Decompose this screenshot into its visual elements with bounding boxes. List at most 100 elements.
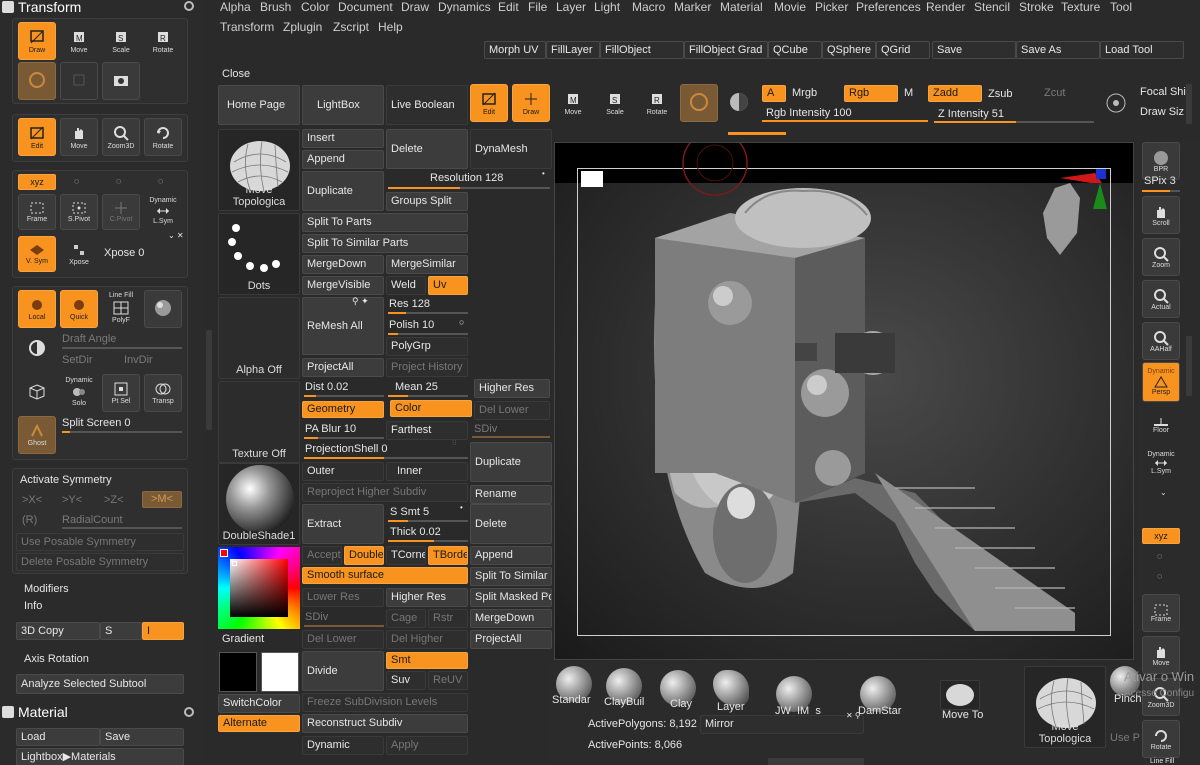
remesh-all-button[interactable]: ReMesh All	[302, 297, 384, 355]
activate-symmetry-button[interactable]: Activate Symmetry	[20, 475, 112, 486]
color-picker-square[interactable]	[230, 559, 288, 617]
double-toggle[interactable]: Double	[344, 546, 384, 565]
a-toggle[interactable]: A	[762, 85, 786, 102]
xyz-toggle[interactable]: xyz	[18, 174, 56, 190]
duplicate2-button[interactable]: Duplicate	[470, 442, 552, 482]
qgrid-button[interactable]: QGrid	[876, 41, 930, 59]
menu-macro[interactable]: Macro	[632, 0, 665, 14]
projectall2-button[interactable]: ProjectAll	[470, 630, 552, 649]
menu-zscript[interactable]: Zscript	[333, 20, 369, 34]
i-button[interactable]: I	[142, 622, 184, 640]
modifiers-header[interactable]: Modifiers	[24, 584, 69, 595]
toolbar-move-button[interactable]: M Move	[554, 84, 592, 122]
lower-res-button[interactable]: Lower Res	[302, 588, 384, 607]
layer-brush-label[interactable]: Layer	[717, 702, 745, 713]
filllayer-button[interactable]: FillLayer	[546, 41, 600, 59]
radialcount-track[interactable]	[62, 527, 182, 529]
right-frame-button[interactable]: Frame	[1142, 594, 1180, 632]
uv-toggle[interactable]: Uv	[428, 276, 468, 295]
reuv-toggle[interactable]: ReUV	[428, 671, 468, 690]
zsub-toggle[interactable]: Zsub	[988, 89, 1012, 100]
material-dock-icon[interactable]	[184, 707, 194, 717]
rstr-button[interactable]: Rstr	[428, 609, 468, 628]
right-tray-splitter[interactable]	[1186, 336, 1192, 396]
alpha-off-thumb[interactable]: Alpha Off	[218, 297, 300, 379]
material-title[interactable]: Material	[18, 705, 68, 719]
analyze-subtool-button[interactable]: Analyze Selected Subtool	[16, 674, 184, 694]
menu-material[interactable]: Material	[720, 0, 763, 14]
thick-track[interactable]	[388, 540, 468, 542]
right-lsym-chevron-icon[interactable]: ⌄	[1160, 488, 1167, 497]
projection-shell-track[interactable]	[304, 457, 468, 459]
mergesimilar-button[interactable]: MergeSimilar	[386, 255, 468, 274]
texture-off-thumb[interactable]: Texture Off	[218, 381, 300, 463]
split-similar-button[interactable]: Split To Similar Parts	[302, 234, 468, 253]
polygrp-button[interactable]: PolyGrp	[386, 337, 468, 356]
mergedown-button[interactable]: MergeDown	[302, 255, 384, 274]
menu-zplugin[interactable]: Zplugin	[283, 20, 322, 34]
y-axis-button[interactable]: >Y<	[62, 495, 82, 506]
rgb-intensity-slider[interactable]: Rgb Intensity 100	[766, 108, 852, 119]
actual-button[interactable]: Actual	[1142, 280, 1180, 318]
tborder-toggle[interactable]: TBorder	[428, 546, 468, 565]
menu-layer[interactable]: Layer	[556, 0, 586, 14]
vsym-button[interactable]: V. Sym	[18, 236, 56, 272]
menu-edit[interactable]: Edit	[498, 0, 519, 14]
mergedown2-button[interactable]: MergeDown	[470, 609, 552, 628]
lightbox-brush-button[interactable]	[1098, 86, 1134, 122]
load-tool-button[interactable]: Load Tool	[1100, 41, 1184, 59]
draft-angle-track[interactable]	[62, 347, 182, 349]
quick-button[interactable]: Quick	[60, 290, 98, 328]
tcorner-toggle[interactable]: TCorner	[386, 546, 426, 565]
mean-track[interactable]	[388, 395, 468, 397]
polish-slider[interactable]: Polish 10	[389, 320, 434, 331]
r-toggle[interactable]: (R)	[22, 515, 37, 526]
split-masked-button[interactable]: Split Masked Points	[470, 588, 552, 607]
local-button[interactable]: Local	[18, 290, 56, 328]
pa-blur-track[interactable]	[304, 437, 384, 439]
resolution-track[interactable]	[388, 187, 550, 189]
draft-angle-slider[interactable]: Draft Angle	[62, 334, 116, 345]
material-thumb[interactable]: DoubleShade1	[218, 463, 300, 545]
sdiv-track[interactable]	[472, 436, 550, 438]
contrast-button[interactable]	[22, 334, 52, 364]
aahalf-button[interactable]: AAHalf	[1142, 322, 1180, 360]
smt-toggle[interactable]: Smt	[386, 652, 468, 669]
mergevisible-button[interactable]: MergeVisible	[302, 276, 384, 295]
toolbar-rotate-button[interactable]: R Rotate	[638, 84, 676, 122]
divide-button[interactable]: Divide	[302, 651, 384, 691]
switchcolor-button[interactable]: SwitchColor	[218, 694, 300, 713]
ptsel-button[interactable]: Pt Sel	[102, 374, 140, 412]
menu-help[interactable]: Help	[378, 20, 403, 34]
weld-toggle[interactable]: Weld	[386, 276, 426, 295]
insert-button[interactable]: Insert	[302, 129, 384, 148]
zadd-toggle[interactable]: Zadd	[928, 85, 982, 102]
frame-button[interactable]: Frame	[18, 194, 56, 230]
save-button[interactable]: Save	[932, 41, 1016, 59]
x-axis-button[interactable]: >X<	[22, 495, 42, 506]
home-page-button[interactable]: Home Page	[218, 85, 300, 125]
reconstruct-subdiv-button[interactable]: Reconstruct Subdiv	[302, 714, 468, 733]
split-screen-track[interactable]	[62, 431, 182, 433]
toolbar-edit-button[interactable]: Edit	[470, 84, 508, 122]
cube-button[interactable]	[18, 374, 56, 412]
sdiv-slider[interactable]: SDiv	[474, 424, 497, 435]
menu-dynamics[interactable]: Dynamics	[438, 0, 491, 14]
mean-slider[interactable]: Mean 25	[395, 382, 438, 393]
groups-split-button[interactable]: Groups Split	[386, 192, 468, 211]
radialcount-slider[interactable]: RadialCount	[62, 515, 123, 526]
thick-slider[interactable]: Thick 0.02	[390, 527, 441, 538]
qsphere-button[interactable]: QSphere	[822, 41, 876, 59]
spix-track[interactable]	[1142, 190, 1180, 192]
fillobject-grad-button[interactable]: FillObject Grad	[684, 41, 768, 59]
menu-stencil[interactable]: Stencil	[974, 0, 1010, 14]
fillobject-button[interactable]: FillObject	[600, 41, 684, 59]
freeze-subdiv-button[interactable]: Freeze SubDivision Levels	[302, 693, 468, 712]
menu-file[interactable]: File	[528, 0, 547, 14]
higher-res-button[interactable]: Higher Res	[474, 379, 550, 398]
split-similar2-button[interactable]: Split To Similar Parts	[470, 567, 552, 586]
delete-posable-button[interactable]: Delete Posable Symmetry	[16, 553, 184, 571]
menu-color[interactable]: Color	[301, 0, 330, 14]
m-toggle[interactable]: M	[904, 88, 913, 99]
color-picker-corner-marker[interactable]	[220, 549, 228, 557]
